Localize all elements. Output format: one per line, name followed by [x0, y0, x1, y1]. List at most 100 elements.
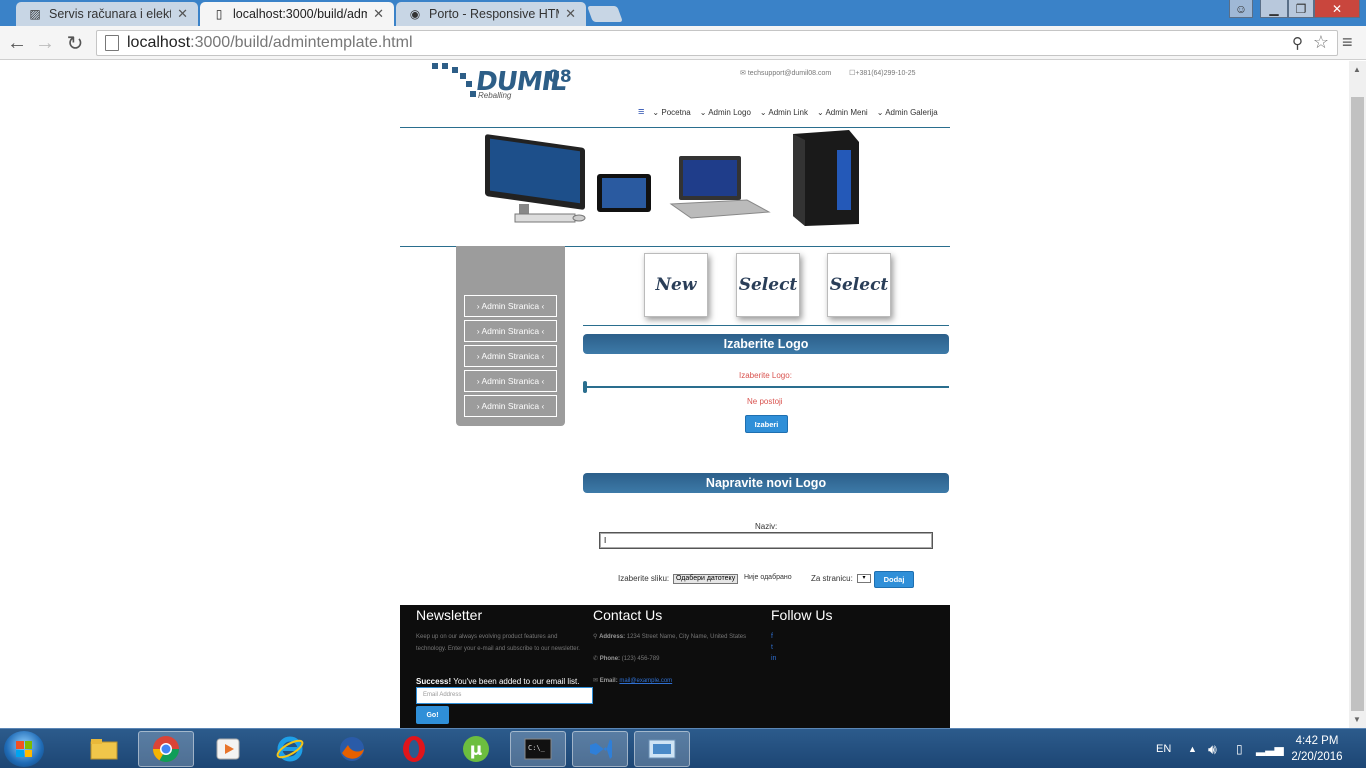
tab-localhost[interactable]: ▯ localhost:3000/build/admi ✕: [200, 2, 394, 26]
system-clock[interactable]: 4:42 PM 2/20/2016: [1282, 733, 1352, 765]
logo-select-label: Izaberite Logo:: [739, 371, 792, 380]
facebook-icon[interactable]: f: [771, 633, 773, 640]
logo-square: [442, 63, 448, 69]
email-label: Email:: [599, 678, 618, 684]
firefox-icon[interactable]: [324, 731, 380, 767]
play-icon: [216, 738, 240, 760]
maximize-button[interactable]: ❐: [1288, 0, 1314, 18]
hamburger-icon[interactable]: ≡: [638, 106, 644, 118]
svg-text:C:\_: C:\_: [528, 744, 546, 752]
opera-icon[interactable]: [386, 731, 442, 767]
tray-expand-icon[interactable]: ▲: [1188, 729, 1197, 769]
newsletter-text: Keep up on our always evolving product f…: [416, 634, 580, 652]
header-contact: ✉ techsupport@dumil08.com ☐+381(64)299-1…: [740, 69, 932, 77]
slider-handle[interactable]: [583, 381, 587, 393]
start-button[interactable]: [4, 731, 44, 767]
sidebar-item-admin-stranica[interactable]: › Admin Stranica ‹: [464, 345, 557, 367]
email-text: techsupport@dumil08.com: [747, 70, 832, 77]
page-select[interactable]: ▾: [857, 574, 871, 583]
media-player-icon[interactable]: [200, 731, 256, 767]
computers-illustration: [485, 130, 859, 226]
tab-porto[interactable]: ◉ Porto - Responsive HTML5 ✕: [396, 2, 586, 26]
dodaj-button[interactable]: Dodaj: [874, 571, 914, 588]
logo-square: [432, 63, 438, 69]
site-logo[interactable]: DUMIL 08 Reballing: [430, 61, 580, 103]
nav-item-pocetna[interactable]: ⌄ Pocetna: [652, 108, 690, 117]
browser-titlebar: ▨ Servis računara i elektroni ✕ ▯ localh…: [0, 0, 1366, 26]
reload-icon[interactable]: ↻: [62, 30, 88, 56]
close-tab-icon[interactable]: ✕: [565, 6, 576, 22]
thumbnail-select[interactable]: Select: [827, 253, 891, 317]
scroll-up-arrow-icon[interactable]: ▲: [1353, 65, 1361, 74]
linkedin-icon[interactable]: in: [771, 655, 776, 662]
vs-logo-icon: [590, 739, 612, 759]
izaberi-button[interactable]: Izaberi: [745, 415, 788, 433]
go-button[interactable]: Go!: [416, 706, 449, 724]
address-bar[interactable]: localhost:3000/build/admintemplate.html …: [96, 30, 1338, 56]
page-label: Za stranicu:: [811, 574, 853, 583]
command-prompt-icon[interactable]: C:\_: [510, 731, 566, 767]
sidebar-item-admin-stranica[interactable]: › Admin Stranica ‹: [464, 295, 557, 317]
nav-item-admin-meni[interactable]: ⌄ Admin Meni: [817, 108, 868, 117]
explorer-icon[interactable]: [76, 731, 132, 767]
scroll-down-arrow-icon[interactable]: ▼: [1353, 715, 1361, 724]
utorrent-icon[interactable]: µ: [448, 731, 504, 767]
url-text: localhost:3000/build/admintemplate.html: [127, 34, 413, 52]
tab-title: localhost:3000/build/admi: [233, 7, 368, 21]
twitter-icon[interactable]: t: [771, 644, 773, 651]
page-scrollbar[interactable]: ▲ ▼: [1349, 61, 1366, 728]
sidebar-item-admin-stranica[interactable]: › Admin Stranica ‹: [464, 370, 557, 392]
phone-label: Phone:: [599, 656, 621, 662]
new-tab-button[interactable]: [587, 6, 623, 22]
internet-explorer-icon[interactable]: [262, 731, 318, 767]
sidebar-item-admin-stranica[interactable]: › Admin Stranica ‹: [464, 320, 557, 342]
profile-icon[interactable]: ☺: [1229, 0, 1253, 18]
visual-studio-icon[interactable]: [572, 731, 628, 767]
tab-title: Porto - Responsive HTML5: [429, 7, 559, 21]
address-value: 1234 Street Name, City Name, United Stat…: [626, 634, 747, 640]
nav-label: Admin Meni: [825, 107, 868, 117]
close-window-button[interactable]: ✕: [1314, 0, 1360, 18]
email-link[interactable]: mail@example.com: [619, 678, 672, 684]
network-signal-icon[interactable]: ▂▃▅: [1256, 729, 1284, 769]
battery-icon[interactable]: ▯: [1236, 729, 1243, 769]
phone-contact: ☐+381(64)299-10-25: [849, 70, 916, 77]
photo-viewer-icon[interactable]: [634, 731, 690, 767]
newsletter-email-input[interactable]: Email Address: [416, 687, 593, 704]
language-indicator[interactable]: EN: [1156, 729, 1171, 769]
minimize-button[interactable]: ▁: [1260, 0, 1288, 18]
thumbnail-select[interactable]: Select: [736, 253, 800, 317]
nav-item-admin-logo[interactable]: ⌄ Admin Logo: [700, 108, 751, 117]
success-text: You've been added to our email list.: [451, 677, 580, 686]
url-host: localhost: [127, 34, 191, 51]
page-content: DUMIL 08 Reballing ✉ techsupport@dumil08…: [0, 61, 1349, 728]
success-bold: Success!: [416, 677, 452, 686]
menu-icon[interactable]: ≡: [1342, 32, 1358, 53]
zoom-icon[interactable]: ⚲: [1292, 34, 1303, 52]
chrome-icon[interactable]: [138, 731, 194, 767]
logo-slider[interactable]: [583, 381, 949, 393]
nav-item-admin-link[interactable]: ⌄ Admin Link: [760, 108, 808, 117]
logo-name-input[interactable]: I: [599, 532, 933, 549]
scrollbar-thumb[interactable]: [1351, 97, 1364, 711]
close-tab-icon[interactable]: ✕: [373, 6, 384, 22]
bookmark-star-icon[interactable]: ☆: [1313, 32, 1329, 53]
utorrent-logo-icon: µ: [463, 736, 489, 762]
sidebar-item-admin-stranica[interactable]: › Admin Stranica ‹: [464, 395, 557, 417]
desktop-tower: [793, 130, 859, 226]
svg-text:µ: µ: [470, 740, 483, 760]
contact-phone: ✆ Phone: (123) 456-789: [593, 656, 660, 662]
close-tab-icon[interactable]: ✕: [177, 6, 188, 22]
email-contact[interactable]: ✉ techsupport@dumil08.com: [740, 70, 839, 77]
windows-logo-icon: [16, 741, 32, 757]
newsletter-title: Newsletter: [416, 607, 483, 623]
nav-item-admin-galerija[interactable]: ⌄ Admin Galerija: [877, 108, 938, 117]
choose-file-button[interactable]: Одабери датотеку: [673, 574, 739, 584]
thumbnail-new[interactable]: New: [644, 253, 708, 317]
forward-arrow-icon[interactable]: →: [32, 30, 58, 56]
tab-servis[interactable]: ▨ Servis računara i elektroni ✕: [16, 2, 198, 26]
ie-logo-icon: [276, 736, 304, 762]
back-arrow-icon[interactable]: ←: [4, 30, 30, 56]
phone-value: (123) 456-789: [621, 656, 660, 662]
volume-icon[interactable]: 🔊︎: [1208, 729, 1217, 769]
